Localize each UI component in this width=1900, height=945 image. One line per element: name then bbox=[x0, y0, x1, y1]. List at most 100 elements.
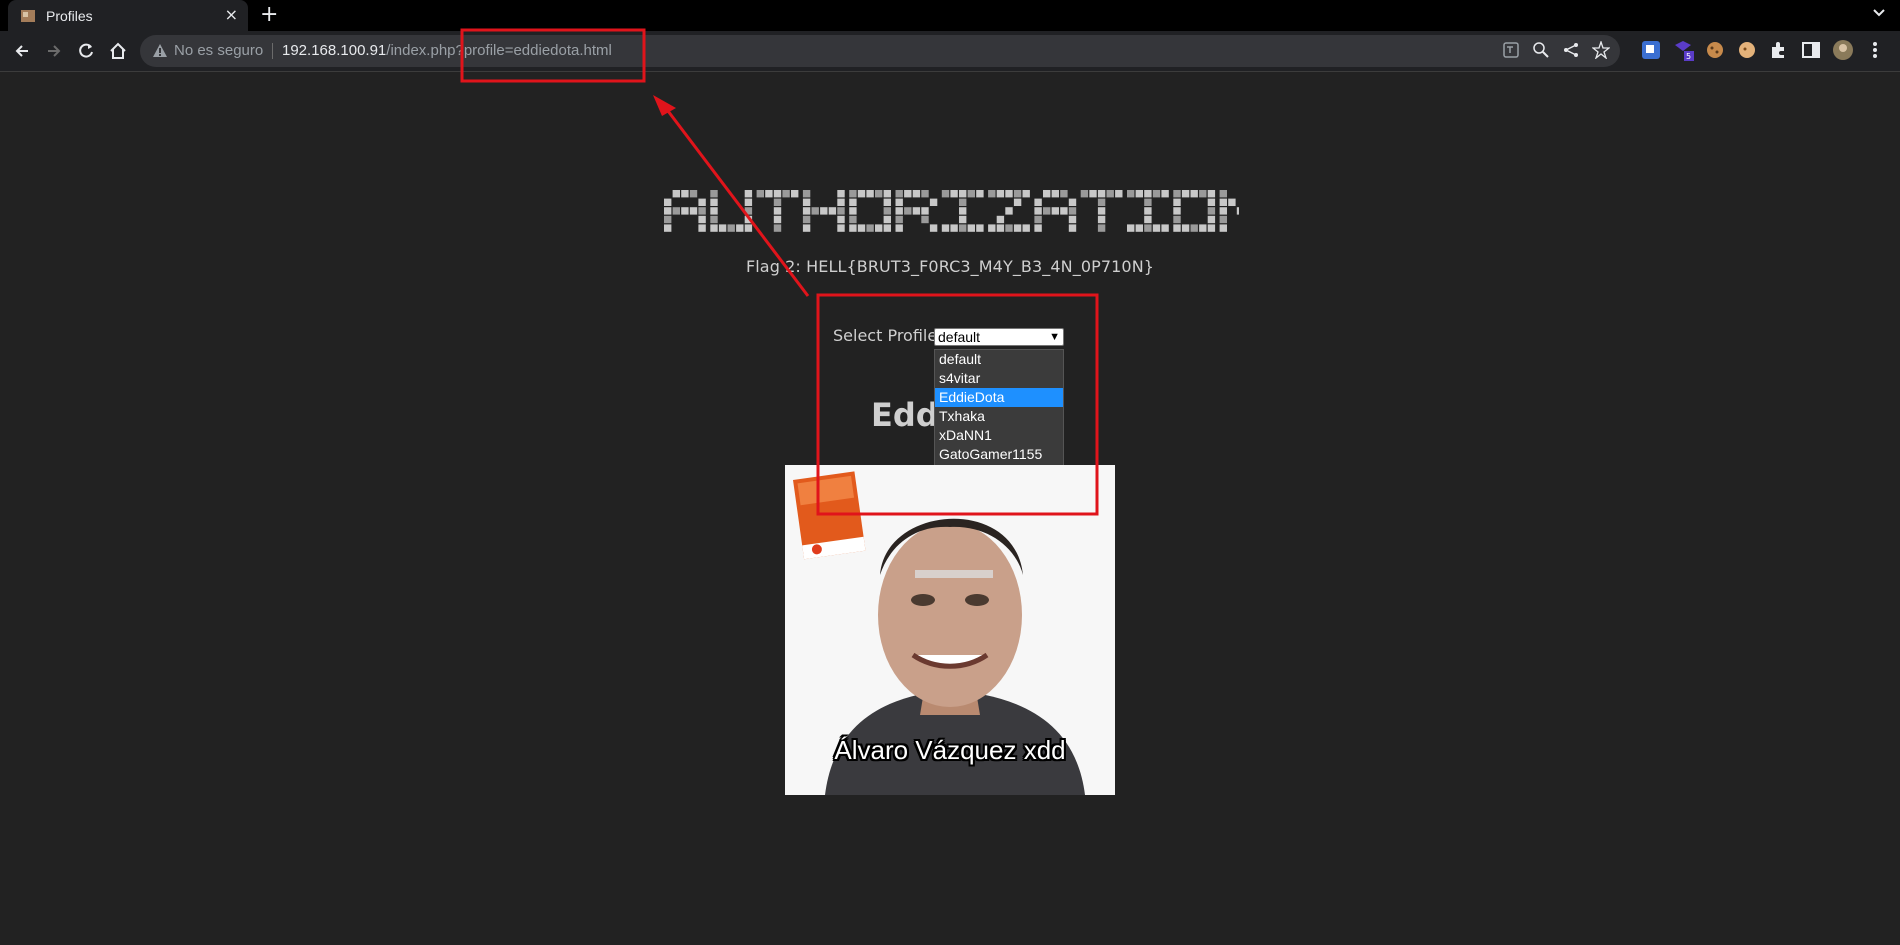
logo-pixel bbox=[1207, 215, 1216, 224]
cookie-editor-icon[interactable] bbox=[1736, 39, 1758, 61]
back-icon[interactable] bbox=[12, 41, 32, 61]
home-icon[interactable] bbox=[108, 41, 128, 61]
side-panel-icon[interactable] bbox=[1800, 39, 1822, 61]
logo-pixel bbox=[1219, 224, 1227, 232]
logo-pixel bbox=[773, 215, 782, 224]
annotation-arrowhead bbox=[653, 95, 676, 116]
bookmark-star-icon[interactable] bbox=[1592, 41, 1610, 59]
extension-badge-icon[interactable]: 5 bbox=[1672, 39, 1694, 61]
logo-pixel bbox=[698, 224, 706, 232]
logo-pixel bbox=[1005, 207, 1013, 215]
translate-icon[interactable] bbox=[1502, 41, 1520, 59]
logo-pixel bbox=[736, 224, 744, 232]
logo-pixel bbox=[698, 198, 706, 206]
logo-pixel bbox=[1097, 215, 1106, 224]
url-text[interactable]: 192.168.100.91/index.php?profile=eddiedo… bbox=[282, 42, 612, 59]
omnibox-actions bbox=[1502, 41, 1610, 59]
logo-pixel bbox=[1228, 198, 1236, 206]
tab-search-icon[interactable] bbox=[1872, 6, 1886, 20]
logo-pixel bbox=[1060, 190, 1068, 198]
logo-pixel bbox=[866, 190, 874, 198]
profile-option[interactable]: GatoGamer1155 bbox=[935, 445, 1063, 464]
profile-option[interactable]: s4vitar bbox=[935, 369, 1063, 388]
logo-pixel bbox=[710, 190, 718, 198]
tab-profiles[interactable]: Profiles × bbox=[8, 0, 248, 31]
reload-icon[interactable] bbox=[76, 41, 96, 61]
logo-pixel bbox=[698, 215, 706, 224]
logo-pixel bbox=[1219, 190, 1227, 198]
address-bar[interactable]: No es seguro 192.168.100.91/index.php?pr… bbox=[140, 35, 1620, 67]
logo-pixel bbox=[828, 207, 837, 215]
extensions-area: 5 bbox=[1640, 39, 1886, 61]
close-tab-icon[interactable]: × bbox=[225, 6, 238, 24]
tab-title: Profiles bbox=[46, 7, 93, 24]
share-icon[interactable] bbox=[1562, 41, 1580, 59]
logo-pixel bbox=[1022, 190, 1030, 198]
logo-pixel bbox=[1022, 224, 1030, 232]
office-box-image bbox=[793, 471, 866, 560]
menu-kebab-icon[interactable] bbox=[1864, 39, 1886, 61]
logo-pixel bbox=[689, 207, 698, 215]
logo-pixel bbox=[1005, 224, 1013, 232]
warning-icon[interactable] bbox=[152, 43, 168, 59]
logo-pixel bbox=[959, 224, 967, 232]
logo-pixel bbox=[681, 207, 689, 215]
logo-pixel bbox=[857, 224, 866, 232]
profile-avatar-icon[interactable] bbox=[1832, 39, 1854, 61]
logo-pixel bbox=[681, 190, 689, 198]
profile-select[interactable]: default ▼ bbox=[934, 328, 1064, 346]
logo-pixel bbox=[895, 215, 903, 224]
logo-pixel bbox=[672, 190, 680, 198]
logo-pixel bbox=[1219, 215, 1227, 224]
logo-pixel bbox=[1051, 190, 1059, 198]
logo-pixel bbox=[849, 215, 857, 224]
logo-pixel bbox=[1106, 190, 1114, 198]
new-tab-button[interactable]: + bbox=[260, 3, 278, 27]
url-path: /index.php?profile=eddiedota.html bbox=[386, 42, 612, 59]
logo-pixel bbox=[959, 190, 967, 198]
logo-pixel bbox=[1173, 207, 1181, 215]
zoom-icon[interactable] bbox=[1532, 41, 1550, 59]
logo-pixel bbox=[959, 207, 967, 215]
security-status[interactable]: No es seguro bbox=[174, 42, 263, 59]
forward-icon[interactable] bbox=[44, 41, 64, 61]
logo-pixel bbox=[1219, 207, 1227, 215]
logo-pixel bbox=[698, 207, 706, 215]
photo-caption: Álvaro Vázquez xdd bbox=[834, 735, 1066, 765]
logo-pixel bbox=[1199, 190, 1207, 198]
logo-pixel bbox=[1173, 198, 1181, 206]
profile-option[interactable]: EddieDota bbox=[935, 388, 1063, 407]
logo-pixel bbox=[950, 190, 958, 198]
logo-pixel bbox=[837, 207, 845, 215]
logo-pixel bbox=[1013, 198, 1022, 206]
logo-pixel bbox=[1207, 207, 1216, 215]
logo-pixel bbox=[727, 224, 735, 232]
logo-pixel bbox=[904, 207, 912, 215]
logo-pixel bbox=[895, 190, 903, 198]
logo-pixel bbox=[1173, 190, 1181, 198]
logo-pixel bbox=[895, 207, 903, 215]
logo-pixel bbox=[941, 224, 950, 232]
logo-pixel bbox=[811, 207, 819, 215]
logo-pixel bbox=[1144, 198, 1152, 206]
logo-pixel bbox=[1173, 215, 1181, 224]
logo-pixel bbox=[718, 224, 727, 232]
logo-pixel bbox=[1097, 190, 1106, 198]
extensions-puzzle-icon[interactable] bbox=[1768, 39, 1790, 61]
url-host: 192.168.100.91 bbox=[282, 42, 387, 59]
cookie-icon[interactable] bbox=[1704, 39, 1726, 61]
logo-pixel bbox=[1207, 224, 1216, 232]
logo-pixel bbox=[1152, 190, 1161, 198]
logo-pixel bbox=[1097, 207, 1106, 215]
logo-pixel bbox=[1013, 224, 1022, 232]
logo-pixel bbox=[1181, 190, 1190, 198]
logo-pixel bbox=[756, 190, 764, 198]
profile-option[interactable]: Txhaka bbox=[935, 407, 1063, 426]
logo-pixel bbox=[988, 190, 996, 198]
logo-pixel bbox=[849, 198, 857, 206]
logo-pixel bbox=[837, 224, 845, 232]
logo-pixel bbox=[996, 190, 1005, 198]
profile-option[interactable]: default bbox=[935, 350, 1063, 369]
translate-extension-icon[interactable] bbox=[1640, 39, 1662, 61]
profile-option[interactable]: xDaNN1 bbox=[935, 426, 1063, 445]
